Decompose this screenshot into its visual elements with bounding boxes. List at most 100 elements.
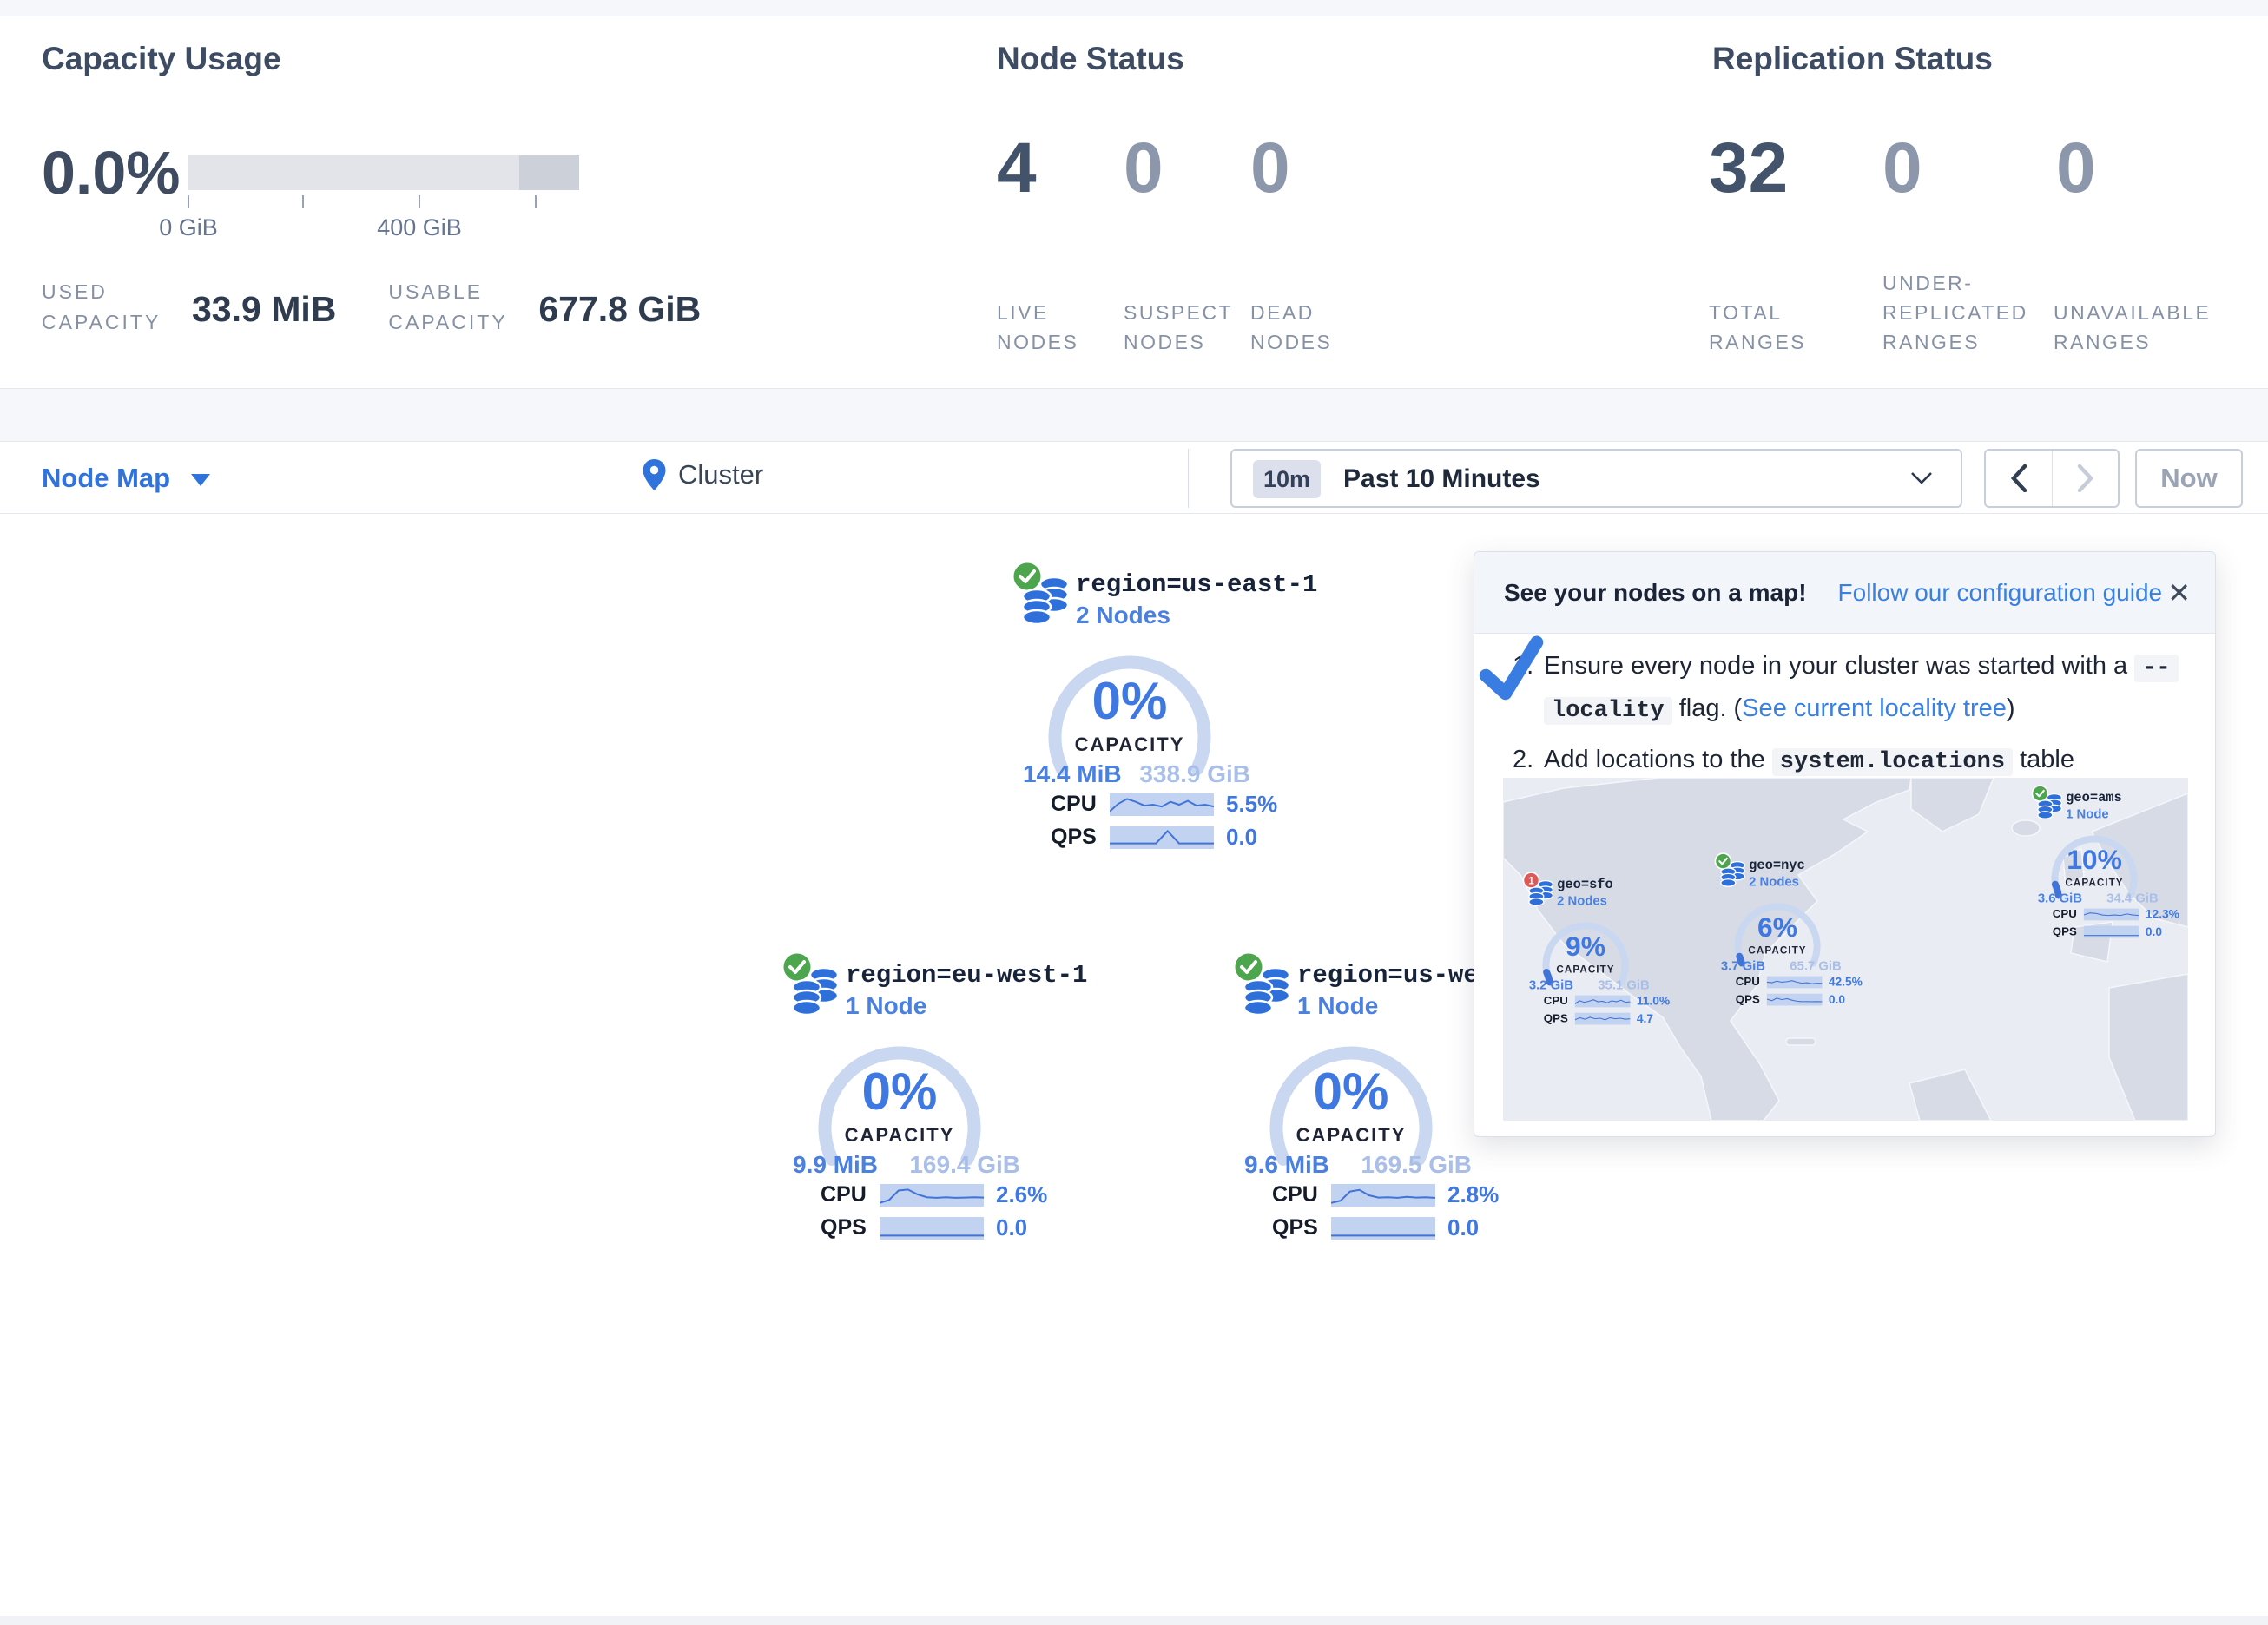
database-nodes-icon — [1720, 859, 1748, 888]
axis-tick-label: 0 GiB — [128, 214, 249, 241]
breadcrumb-label: Cluster — [678, 459, 763, 490]
database-nodes-icon — [791, 964, 843, 1018]
used-value: 3.2 GiB — [1529, 977, 1573, 992]
qps-value: 0.0 — [1226, 824, 1257, 851]
node-group-us-west-1[interactable]: region=us-west-1 1 Node 0% CAPACITY 9.6 … — [1220, 951, 1489, 1249]
node-group-title: region=eu-west-1 — [846, 961, 1087, 990]
qps-metric-row: QPS 0.0 — [1051, 824, 1257, 851]
cpu-sparkline — [1575, 995, 1631, 1007]
time-range-badge: 10m — [1253, 460, 1321, 498]
capacity-values: 3.2 GiB 35.1 GiB — [1529, 977, 1650, 992]
toolbar-divider — [1188, 449, 1189, 508]
capacity-label: CAPACITY — [2047, 877, 2141, 889]
time-range-selector[interactable]: 10m Past 10 Minutes — [1230, 449, 1962, 508]
step-text: flag. ( — [1679, 694, 1743, 722]
view-selector-label: Node Map — [42, 463, 170, 494]
cpu-sparkline — [1767, 976, 1823, 988]
axis-tick — [535, 195, 537, 208]
code-chip: system.locations — [1772, 748, 2013, 776]
node-group-count: 1 Node — [846, 992, 926, 1020]
qps-value: 0.0 — [996, 1214, 1027, 1241]
capacity-label: CAPACITY — [1040, 734, 1219, 756]
axis-tick — [188, 195, 189, 208]
capacity-percent: 0% — [810, 1062, 989, 1122]
total-value: 338.9 GiB — [1139, 760, 1250, 788]
node-group-count: 1 Node — [2066, 806, 2108, 821]
node-map-canvas: region=us-east-1 2 Nodes 0% CAPACITY 14.… — [0, 514, 2268, 1616]
chevron-down-icon — [191, 474, 210, 486]
database-nodes-icon — [1243, 964, 1295, 1018]
unavailable-ranges-label: UNAVAILABLE RANGES — [2054, 298, 2227, 357]
suspect-nodes-label: SUSPECT NODES — [1124, 298, 1250, 357]
instruction-step-1: 1. Ensure every node in your cluster was… — [1513, 646, 2190, 731]
qps-sparkline — [880, 1217, 984, 1240]
node-group-eu-west-1[interactable]: region=eu-west-1 1 Node 0% CAPACITY 9.9 … — [768, 951, 1038, 1249]
axis-tick-label: 400 GiB — [359, 214, 480, 241]
big-check-icon — [1475, 633, 1552, 709]
cpu-sparkline — [880, 1184, 984, 1207]
cpu-metric-row: CPU 5.5% — [1051, 791, 1277, 818]
capacity-usage-title: Capacity Usage — [42, 41, 281, 77]
qps-sparkline — [2084, 925, 2139, 938]
capacity-stats: USED CAPACITY 33.9 MiB USABLE CAPACITY 6… — [42, 277, 753, 338]
node-group-title: region=us-east-1 — [1076, 570, 1317, 599]
qps-metric-row: QPS 0.0 — [1272, 1214, 1479, 1241]
configuration-guide-link[interactable]: Follow our configuration guide — [1838, 579, 2163, 607]
capacity-percent: 0% — [1262, 1062, 1441, 1122]
node-status-title: Node Status — [997, 41, 1184, 77]
chevron-right-icon — [2077, 464, 2094, 492]
used-capacity-value: 33.9 MiB — [192, 289, 336, 330]
time-forward-button[interactable] — [2052, 451, 2118, 506]
total-ranges-label: TOTAL RANGES — [1709, 298, 1882, 357]
view-selector-dropdown[interactable]: Node Map — [42, 463, 210, 494]
node-group-count: 1 Node — [1297, 992, 1378, 1020]
locality-tree-link[interactable]: See current locality tree — [1742, 694, 2007, 722]
cpu-metric-row: CPU 2.6% — [821, 1181, 1047, 1208]
capacity-values: 9.9 MiB 169.4 GiB — [793, 1151, 1020, 1179]
capacity-values: 14.4 MiB 338.9 GiB — [1023, 760, 1250, 788]
cpu-value: 2.8% — [1447, 1181, 1499, 1208]
code-chip: -- — [2134, 655, 2178, 682]
qps-label: QPS — [1272, 1215, 1319, 1240]
cpu-sparkline — [1110, 793, 1214, 816]
capacity-percent: 9% — [1538, 931, 1632, 963]
time-back-button[interactable] — [1986, 451, 2052, 506]
used-value: 9.6 MiB — [1244, 1151, 1329, 1179]
chevron-left-icon — [2010, 464, 2027, 492]
bottom-page-strip — [0, 1616, 2268, 1625]
map-toolbar: Node Map Cluster 10m Past 10 Minutes Now — [0, 441, 2268, 514]
capacity-values: 9.6 MiB 169.5 GiB — [1244, 1151, 1472, 1179]
qps-label: QPS — [821, 1215, 867, 1240]
axis-tick — [302, 195, 304, 208]
dead-nodes-value: 0 — [1250, 128, 1377, 209]
time-range-label: Past 10 Minutes — [1343, 464, 1540, 494]
cpu-value: 5.5% — [1226, 791, 1277, 818]
code-chip: locality — [1544, 697, 1672, 725]
capacity-label: CAPACITY — [810, 1124, 989, 1147]
database-nodes-icon — [2037, 792, 2065, 820]
qps-sparkline — [1331, 1217, 1435, 1240]
step-text: Ensure every node in your cluster was st… — [1544, 652, 2127, 680]
database-nodes-icon — [1528, 878, 1556, 907]
dead-nodes-label: DEAD NODES — [1250, 298, 1377, 357]
capacity-percent: 10% — [2047, 844, 2141, 876]
used-value: 9.9 MiB — [793, 1151, 878, 1179]
capacity-usage-bar — [188, 155, 579, 190]
database-nodes-icon — [1021, 574, 1073, 628]
used-value: 3.6 GiB — [2038, 891, 2082, 905]
qps-metric-row: QPS 0.0 — [821, 1214, 1027, 1241]
total-value: 34.4 GiB — [2106, 891, 2158, 905]
cpu-value: 12.3% — [2146, 907, 2179, 921]
live-nodes-value: 4 — [997, 128, 1124, 209]
popup-title: See your nodes on a map! — [1504, 579, 1807, 607]
under-replicated-ranges-label: UNDER-REPLICATED RANGES — [1882, 268, 2054, 357]
map-node-geo-ams: geo=ams 1 Node 10% CAPACITY 3.6 GiB 34.4… — [2025, 785, 2167, 943]
breadcrumb[interactable]: Cluster — [643, 459, 763, 490]
qps-value: 4.7 — [1637, 1011, 1653, 1025]
now-button[interactable]: Now — [2135, 449, 2243, 508]
axis-tick — [419, 195, 420, 208]
close-icon[interactable]: ✕ — [2167, 576, 2191, 609]
capacity-label: CAPACITY — [1730, 944, 1824, 957]
node-group-us-east-1[interactable]: region=us-east-1 2 Nodes 0% CAPACITY 14.… — [999, 560, 1268, 859]
node-group-title: geo=ams — [2066, 790, 2122, 805]
